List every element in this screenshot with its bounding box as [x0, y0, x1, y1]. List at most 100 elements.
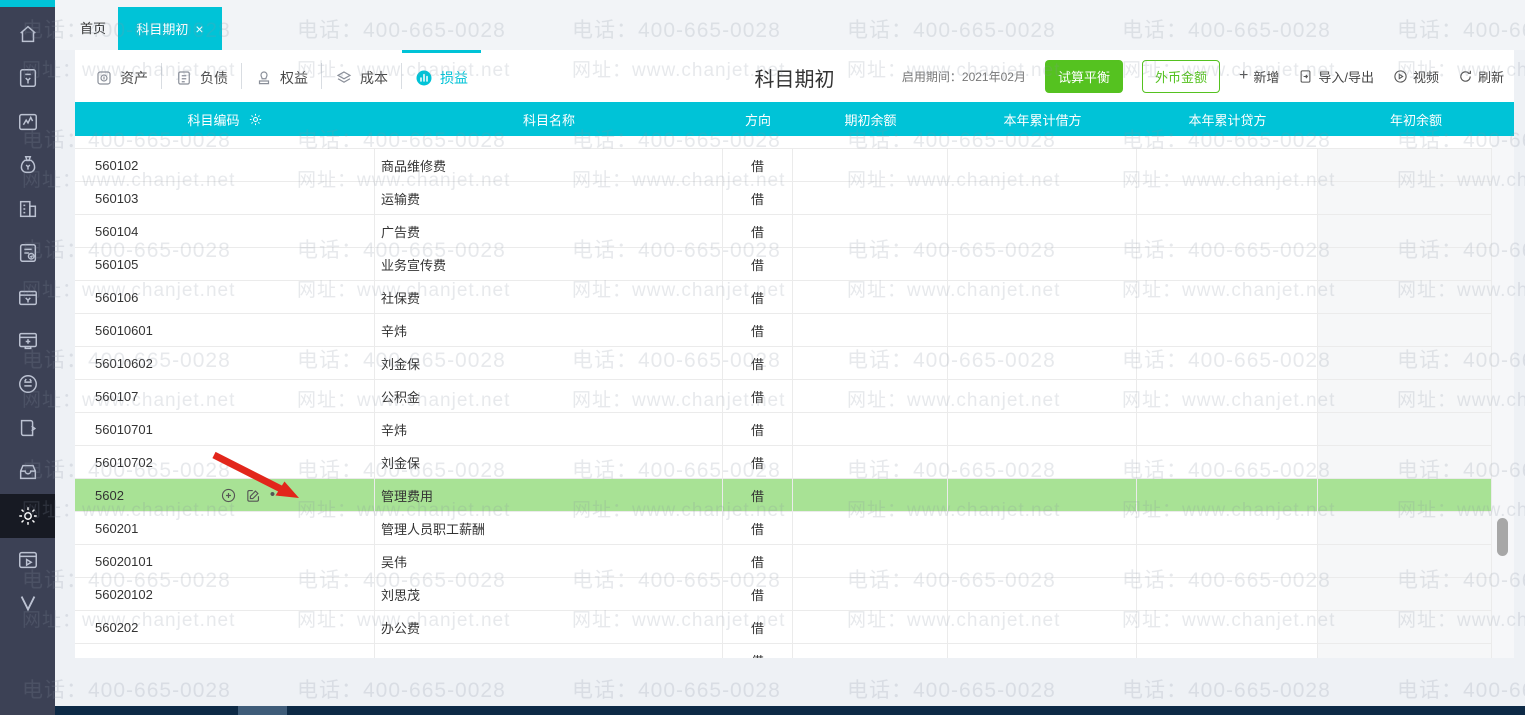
- tab-subject-opening[interactable]: 科目期初 ×: [118, 7, 222, 50]
- cell-direction: 借: [723, 512, 793, 545]
- cell-text: 560107: [95, 389, 138, 404]
- sidebar-item-company[interactable]: [0, 187, 55, 231]
- video-play-icon: [1393, 69, 1408, 84]
- refresh-button[interactable]: 刷新: [1458, 67, 1504, 86]
- cell-text: 56010602: [95, 356, 153, 371]
- cell-code: 5602•••: [75, 479, 375, 512]
- table-row[interactable]: 56010702刘金保借: [75, 446, 1492, 479]
- table-row[interactable]: 56010602刘金保借: [75, 347, 1492, 380]
- cell-year-begin-balance: [1318, 578, 1492, 611]
- cell-code: 56010602: [75, 347, 375, 380]
- sidebar-item-fixed-assets[interactable]: [0, 319, 55, 363]
- video-button[interactable]: 视频: [1393, 67, 1439, 86]
- table-row[interactable]: 56010601辛炜借: [75, 314, 1492, 347]
- carryover-icon: [17, 417, 39, 439]
- table-row[interactable]: 560103运输费借: [75, 182, 1492, 215]
- cell-opening-balance: [793, 215, 948, 248]
- liability-icon: [175, 69, 193, 87]
- cell-ytd-credit: [1137, 215, 1318, 248]
- table-row[interactable]: 56020102 刘思茂借: [75, 578, 1492, 611]
- sidebar-item-funds[interactable]: [0, 143, 55, 187]
- table-row[interactable]: 560104广告费借: [75, 215, 1492, 248]
- table-row[interactable]: 560107公积金借: [75, 380, 1492, 413]
- subtab-profit-loss[interactable]: 损益: [402, 50, 481, 102]
- cashier-icon: [17, 286, 39, 308]
- toolbar: 启用期间：2021年02月 试算平衡 外币金额 + 新增 导入/导出 视频 刷新: [902, 50, 1504, 102]
- sidebar-item-tax[interactable]: [0, 362, 55, 406]
- equity-icon: [255, 69, 273, 87]
- trial-balance-button[interactable]: 试算平衡: [1045, 60, 1123, 93]
- close-icon[interactable]: ×: [195, 22, 203, 36]
- table-row-highlighted[interactable]: 5602•••管理费用借: [75, 479, 1492, 512]
- cell-name: 办公费: [375, 611, 723, 644]
- cell-text: 借: [751, 354, 764, 373]
- column-header-label: 方向: [745, 110, 771, 129]
- cell-ytd-credit: [1137, 380, 1318, 413]
- horizontal-scrollbar-thumb[interactable]: [238, 706, 287, 715]
- sidebar-item-cashier[interactable]: [0, 275, 55, 319]
- cell-text: 吴伟: [381, 552, 407, 571]
- table-row[interactable]: 560102商品维修费借: [75, 149, 1492, 182]
- cell-text: 借: [751, 552, 764, 571]
- cell-opening-balance: [793, 446, 948, 479]
- add-button[interactable]: + 新增: [1239, 67, 1279, 86]
- cell-ytd-debit: [948, 314, 1137, 347]
- tax-icon: [17, 373, 39, 395]
- cell-ytd-debit: [948, 611, 1137, 644]
- subtab-liability[interactable]: 负债: [162, 50, 241, 102]
- tab-home[interactable]: 首页: [68, 7, 118, 50]
- cell-ytd-credit: [1137, 446, 1318, 479]
- cell-name: 刘思茂: [375, 578, 723, 611]
- vertical-scrollbar[interactable]: [1492, 136, 1514, 658]
- cell-ytd-credit: [1137, 578, 1318, 611]
- table-row[interactable]: 560105业务宣传费借: [75, 248, 1492, 281]
- app-screen: 电话：400-665-0028网址：www.chanjet.net电话：400-…: [0, 0, 1525, 715]
- cell-text: 辛炜: [381, 321, 407, 340]
- cell-opening-balance: [793, 644, 948, 658]
- sidebar-item-carryover[interactable]: [0, 406, 55, 450]
- cell-ytd-debit: [948, 578, 1137, 611]
- subtab-equity[interactable]: 权益: [242, 50, 321, 102]
- cell-ytd-debit: [948, 413, 1137, 446]
- sidebar-item-reports[interactable]: [0, 100, 55, 144]
- horizontal-scrollbar[interactable]: [55, 706, 1525, 715]
- table-row[interactable]: 56020101吴伟借: [75, 545, 1492, 578]
- cell-code: 560105: [75, 248, 375, 281]
- column-settings-gear-icon[interactable]: [248, 112, 263, 127]
- table-header: 科目编码科目名称方向期初余额本年累计借方本年累计贷方年初余额: [75, 102, 1514, 136]
- table-row[interactable]: 560201管理人员职工薪酬借: [75, 512, 1492, 545]
- table-row[interactable]: 借: [75, 644, 1492, 658]
- cell-name: 公积金: [375, 380, 723, 413]
- vertical-scrollbar-thumb[interactable]: [1497, 518, 1508, 556]
- cell-year-begin-balance: [1318, 446, 1492, 479]
- invoicing-icon: [17, 242, 39, 264]
- cell-direction: 借: [723, 479, 793, 512]
- row-action-add-icon[interactable]: [220, 487, 237, 504]
- sidebar-item-vouchers[interactable]: [0, 56, 55, 100]
- table-row[interactable]: 560202办公费借: [75, 611, 1492, 644]
- sidebar-item-video[interactable]: [0, 538, 55, 582]
- subtab-cost[interactable]: 成本: [322, 50, 401, 102]
- sidebar-item-home[interactable]: [0, 12, 55, 56]
- cell-text: 广告费: [381, 222, 420, 241]
- cell-year-begin-balance: [1318, 215, 1492, 248]
- sidebar-item-v-logo[interactable]: [0, 581, 55, 625]
- import-export-button[interactable]: 导入/导出: [1298, 67, 1374, 86]
- row-action-more-icon[interactable]: •••: [270, 492, 292, 498]
- cell-year-begin-balance: [1318, 512, 1492, 545]
- foreign-currency-button[interactable]: 外币金额: [1142, 60, 1220, 93]
- sidebar-item-archive[interactable]: [0, 450, 55, 494]
- sidebar-item-invoicing[interactable]: [0, 231, 55, 275]
- cell-direction: 借: [723, 578, 793, 611]
- add-button-label: 新增: [1253, 67, 1279, 86]
- cell-year-begin-balance: [1318, 545, 1492, 578]
- cell-text: 56020102: [95, 587, 153, 602]
- cell-text: 借: [751, 288, 764, 307]
- sidebar-item-settings[interactable]: [0, 494, 55, 538]
- row-action-edit-icon[interactable]: [245, 487, 262, 504]
- cell-text: 运输费: [381, 189, 420, 208]
- cell-opening-balance: [793, 578, 948, 611]
- subtab-asset[interactable]: 资产: [82, 50, 161, 102]
- table-row[interactable]: 560106社保费借: [75, 281, 1492, 314]
- table-row[interactable]: 56010701辛炜借: [75, 413, 1492, 446]
